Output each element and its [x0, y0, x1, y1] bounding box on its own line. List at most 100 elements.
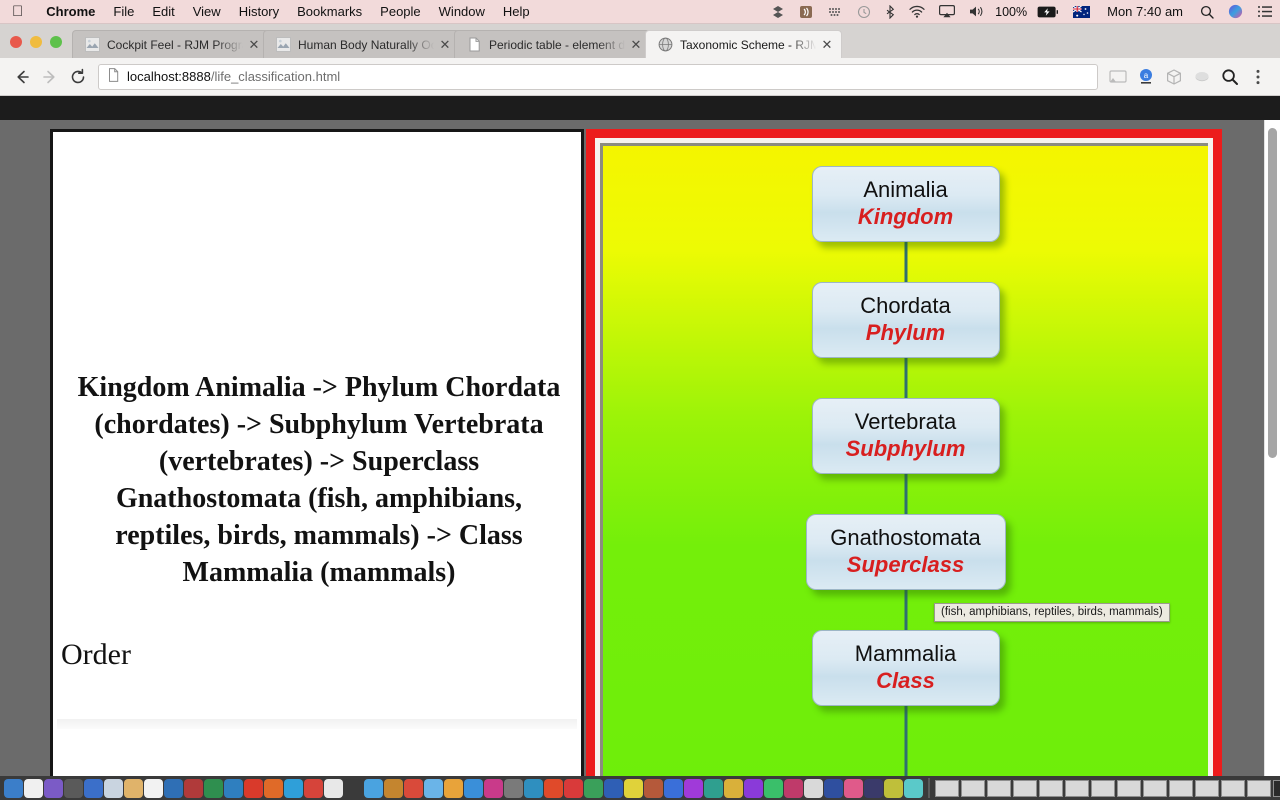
chrome-menu-icon[interactable]: [1244, 63, 1272, 91]
dock-app-icon[interactable]: [344, 778, 363, 798]
scrollbar-thumb[interactable]: [1268, 128, 1277, 458]
dock-window-thumbnail[interactable]: [1117, 779, 1141, 797]
dock-app-icon[interactable]: [24, 778, 43, 798]
dock-app-icon[interactable]: [284, 778, 303, 798]
airplay-icon[interactable]: [932, 0, 962, 24]
dock-window-thumbnail[interactable]: [1195, 779, 1219, 797]
dock-app-icon[interactable]: [564, 778, 583, 798]
sound-waves-icon[interactable]: [792, 0, 820, 24]
menu-bar-clock[interactable]: Mon 7:40 am: [1097, 4, 1193, 19]
taxon-node-subphylum[interactable]: Vertebrata Subphylum: [811, 398, 1000, 474]
dock-app-icon[interactable]: [824, 778, 843, 798]
dock-app-icon[interactable]: [364, 778, 383, 798]
dock-window-thumbnail[interactable]: [935, 779, 959, 797]
taxon-node-kingdom[interactable]: Animalia Kingdom: [811, 166, 1000, 242]
back-arrow-icon[interactable]: [8, 63, 36, 91]
minimize-button[interactable]: [30, 36, 42, 48]
dock-app-icon[interactable]: [864, 778, 883, 798]
search-extension-icon[interactable]: [1216, 63, 1244, 91]
dock-app-icon[interactable]: [664, 778, 683, 798]
dock-app-icon[interactable]: [304, 778, 323, 798]
dock-app-icon[interactable]: [724, 778, 743, 798]
dock-app-icon[interactable]: [504, 778, 523, 798]
close-tab-icon[interactable]: ✕: [437, 38, 453, 51]
taxon-node-class[interactable]: Mammalia Class: [811, 630, 1000, 706]
menu-item-history[interactable]: History: [230, 4, 288, 19]
dock-app-icon[interactable]: [424, 778, 443, 798]
eraser-extension-icon[interactable]: [1188, 63, 1216, 91]
cast-icon[interactable]: [1104, 63, 1132, 91]
dock-app-icon[interactable]: [84, 778, 103, 798]
dock-app-icon[interactable]: [464, 778, 483, 798]
dock-app-icon[interactable]: [764, 778, 783, 798]
dock-app-icon[interactable]: [744, 778, 763, 798]
dock-app-icon[interactable]: [324, 778, 343, 798]
dock-app-icon[interactable]: [144, 778, 163, 798]
dock-app-icon[interactable]: [244, 778, 263, 798]
time-machine-icon[interactable]: [850, 0, 878, 24]
dock-window-thumbnail[interactable]: [1221, 779, 1245, 797]
close-tab-icon[interactable]: ✕: [246, 38, 262, 51]
dropbox-icon[interactable]: [764, 0, 792, 24]
dock-app-icon[interactable]: [604, 778, 623, 798]
volume-icon[interactable]: [962, 0, 992, 24]
dock-app-icon[interactable]: [544, 778, 563, 798]
taxon-node-superclass[interactable]: Gnathostomata Superclass: [805, 514, 1006, 590]
siri-icon[interactable]: [1221, 0, 1250, 24]
dock-app-icon[interactable]: [384, 778, 403, 798]
browser-tab-1[interactable]: Cockpit Feel - RJM Programmi ✕: [72, 30, 269, 58]
wifi-icon[interactable]: [902, 0, 932, 24]
dock-app-icon[interactable]: [64, 778, 83, 798]
zoom-button[interactable]: [50, 36, 62, 48]
dock-app-icon[interactable]: [224, 778, 243, 798]
dock-window-thumbnail[interactable]: [961, 779, 985, 797]
dock-app-icon[interactable]: [584, 778, 603, 798]
dock-window-thumbnail[interactable]: [1091, 779, 1115, 797]
spotlight-search-icon[interactable]: [1193, 0, 1221, 24]
dock-app-icon[interactable]: [204, 778, 223, 798]
translate-extension-icon[interactable]: a: [1132, 63, 1160, 91]
battery-charging-icon[interactable]: [1030, 0, 1066, 24]
dock-window-thumbnail[interactable]: [1013, 779, 1037, 797]
browser-tab-3[interactable]: Periodic table - element data ✕: [454, 30, 651, 58]
menu-item-file[interactable]: File: [104, 4, 143, 19]
menu-item-people[interactable]: People: [371, 4, 429, 19]
dock-minimized-windows[interactable]: [935, 779, 1280, 797]
browser-tab-2[interactable]: Human Body Naturally Occurri ✕: [263, 30, 460, 58]
dock-window-thumbnail[interactable]: [1273, 779, 1280, 797]
menu-item-help[interactable]: Help: [494, 4, 539, 19]
package-extension-icon[interactable]: [1160, 63, 1188, 91]
dock-app-icon[interactable]: [784, 778, 803, 798]
dock-window-thumbnail[interactable]: [1143, 779, 1167, 797]
dock-window-thumbnail[interactable]: [1039, 779, 1063, 797]
address-bar[interactable]: localhost:8888/life_classification.html: [98, 63, 1098, 90]
dock-app-icon[interactable]: [524, 778, 543, 798]
document-info-icon[interactable]: [107, 68, 120, 85]
browser-tab-4-active[interactable]: Taxonomic Scheme - RJM Prog ✕: [645, 30, 842, 58]
dock-app-icons[interactable]: [0, 778, 923, 798]
taxon-node-phylum[interactable]: Chordata Phylum: [811, 282, 1000, 358]
dock-app-icon[interactable]: [4, 778, 23, 798]
menu-item-bookmarks[interactable]: Bookmarks: [288, 4, 371, 19]
bluetooth-icon[interactable]: [878, 0, 902, 24]
grid-dots-icon[interactable]: [820, 0, 850, 24]
close-button[interactable]: [10, 36, 22, 48]
vertical-scrollbar[interactable]: [1264, 120, 1280, 800]
dock-app-icon[interactable]: [404, 778, 423, 798]
notification-center-icon[interactable]: [1250, 0, 1280, 24]
dock-window-thumbnail[interactable]: [1169, 779, 1193, 797]
menu-item-edit[interactable]: Edit: [143, 4, 183, 19]
menu-item-window[interactable]: Window: [430, 4, 494, 19]
menu-item-view[interactable]: View: [184, 4, 230, 19]
dock-app-icon[interactable]: [804, 778, 823, 798]
dock-app-icon[interactable]: [124, 778, 143, 798]
apple-logo-icon[interactable]: : [12, 4, 23, 19]
australia-flag-icon[interactable]: [1066, 0, 1097, 24]
dock-app-icon[interactable]: [264, 778, 283, 798]
dock-app-icon[interactable]: [444, 778, 463, 798]
dock-window-thumbnail[interactable]: [987, 779, 1011, 797]
dock-app-icon[interactable]: [704, 778, 723, 798]
menu-item-chrome[interactable]: Chrome: [37, 4, 104, 19]
dock-app-icon[interactable]: [484, 778, 503, 798]
dock-app-icon[interactable]: [884, 778, 903, 798]
